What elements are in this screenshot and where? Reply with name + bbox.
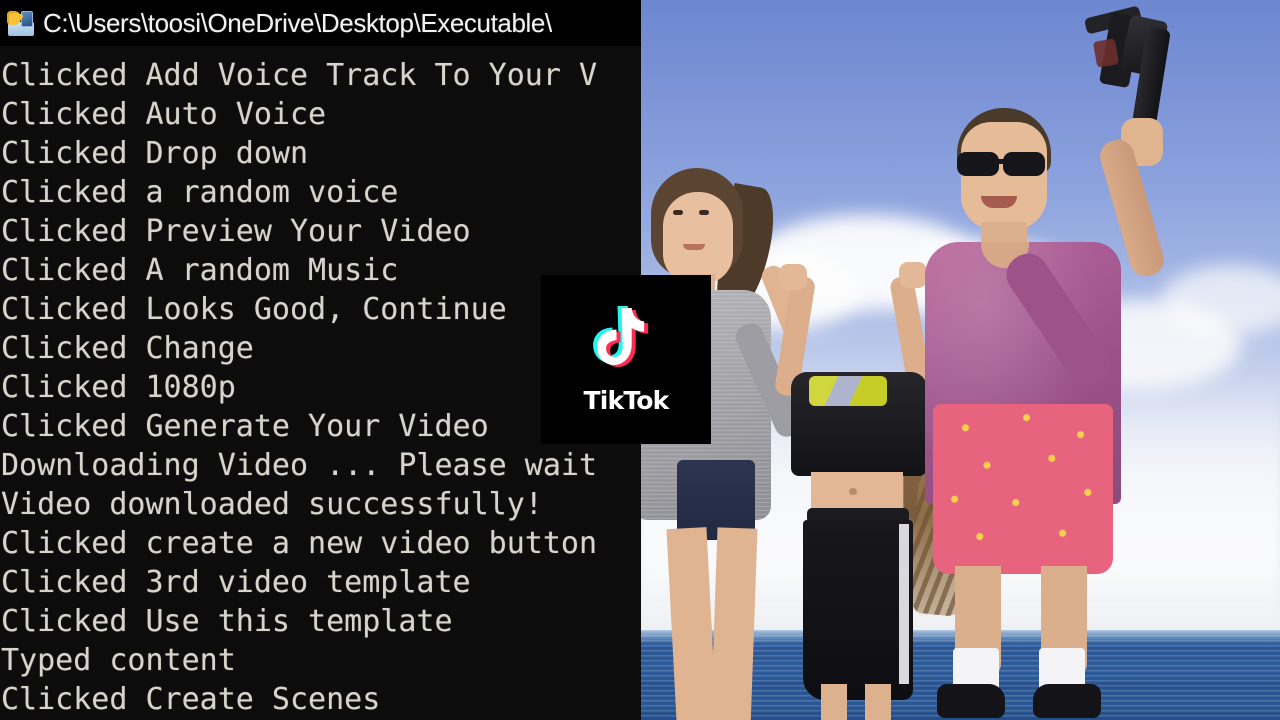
mouth: [683, 244, 705, 250]
hand-clasp: [779, 264, 807, 290]
gimbal-mount: [1092, 38, 1120, 68]
hoodie-graphic: [809, 376, 887, 406]
console-line: Clicked Add Voice Track To Your V: [1, 58, 598, 93]
sunglasses-icon: [955, 152, 1051, 176]
eye: [699, 210, 709, 215]
icon-monitor-shape: [21, 11, 33, 27]
tiktok-logo-overlay: TikTok: [541, 275, 711, 444]
leg: [821, 684, 847, 720]
screenshot-root: C:\Users\toosi\OneDrive\Desktop\Executab…: [0, 0, 1280, 720]
tiktok-wordmark: TikTok: [583, 386, 670, 415]
black-sneaker: [1033, 684, 1101, 718]
console-line: Clicked create a new video button: [1, 526, 598, 561]
console-line: Clicked Auto Voice: [1, 97, 327, 132]
beach-photo: [641, 0, 1280, 720]
tiktok-note-icon: [593, 306, 659, 380]
pink-patterned-shorts: [933, 404, 1113, 574]
console-line: Video downloaded successfully!: [1, 487, 543, 522]
console-line: Clicked Drop down: [1, 136, 309, 171]
face: [961, 122, 1047, 230]
person-man-right: [925, 5, 1280, 720]
window-title-text: C:\Users\toosi\OneDrive\Desktop\Executab…: [43, 7, 552, 38]
console-line: Clicked 3rd video template: [1, 565, 471, 600]
leg: [865, 684, 891, 720]
window-title-bar[interactable]: C:\Users\toosi\OneDrive\Desktop\Executab…: [0, 0, 641, 46]
leg: [708, 527, 758, 720]
console-line: Clicked Create Scenes: [1, 682, 381, 717]
face: [663, 192, 733, 284]
console-line: Typed content: [1, 643, 236, 678]
black-shorts: [803, 520, 913, 700]
console-line: Clicked a random voice: [1, 175, 399, 210]
console-line: Clicked Preview Your Video: [1, 214, 471, 249]
black-sneaker: [937, 684, 1005, 718]
navel: [849, 488, 857, 495]
sunglasses-lens: [957, 152, 999, 176]
command-prompt-icon: [6, 8, 36, 38]
shorts-stripe: [899, 524, 909, 684]
console-line: Downloading Video ... Please wait: [1, 448, 598, 483]
hand-clasp: [899, 262, 927, 288]
sunglasses-lens: [1003, 152, 1045, 176]
eye: [673, 210, 683, 215]
console-line: Clicked Use this template: [1, 604, 453, 639]
icon-hand-shape: [7, 11, 23, 25]
